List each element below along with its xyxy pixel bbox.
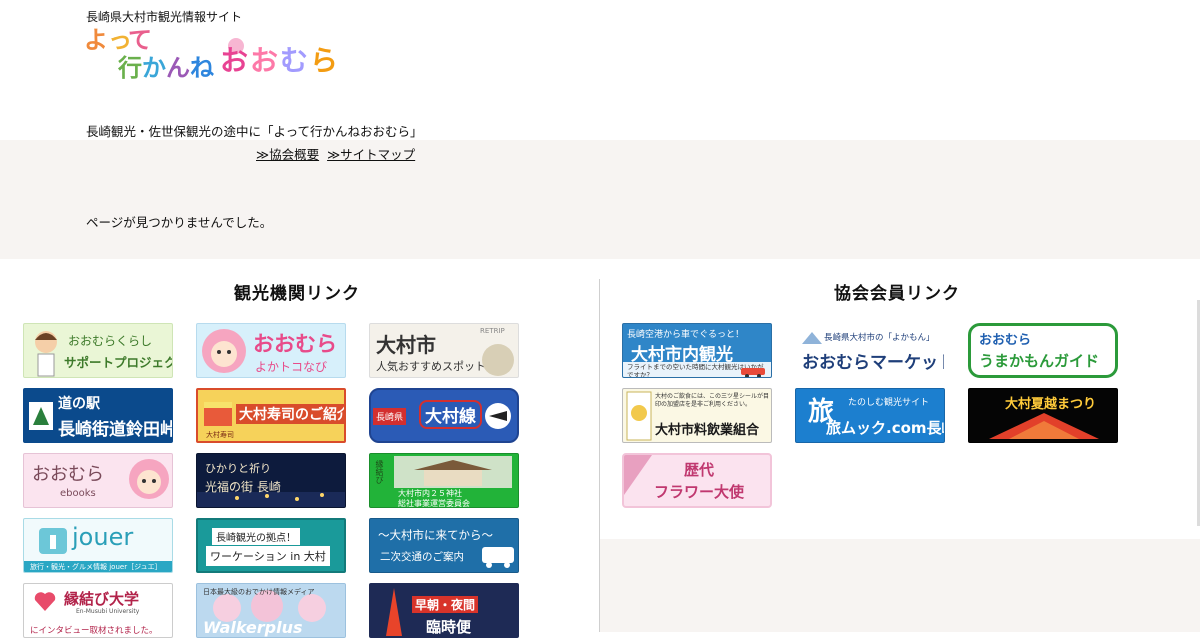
tourism-links-title: 観光機関リンク [234, 284, 360, 304]
star-seal-icon [626, 391, 652, 441]
girl-icon [35, 331, 57, 377]
jouer-logo-icon [39, 528, 67, 554]
member-links-section: 協会会員リンク 長崎空港から車でぐるっと！ 大村市内観光 フライトまでの空いた時… [600, 259, 1200, 539]
banner-michinoeki-suzuta[interactable]: 道の駅 長崎街道鈴田峠 [23, 388, 173, 443]
flower-mascot-icon [202, 329, 246, 373]
heart-icon [34, 592, 56, 611]
banner-tabimook[interactable]: 旅 たのしむ観光サイト 旅ムック.com長崎 [795, 388, 945, 443]
nav-link-about[interactable]: ≫協会概要 [256, 147, 319, 162]
banner-umakamon-guide[interactable]: おおむら うまかもんガイド [968, 323, 1118, 378]
banner-ryoin-kumiai[interactable]: 大村のご飲食には、この三ツ星シールが目印の加盟店を是非ご利用ください。 大村市料… [622, 388, 772, 443]
shrine-image [394, 456, 512, 488]
site-header: 長崎県大村市観光情報サイト よ っ て 行 か ん ね お お む ら 長崎観光… [0, 0, 1200, 140]
svg-text:て: て [128, 26, 152, 54]
bus-icon [482, 547, 514, 568]
svg-text:よ: よ [84, 26, 108, 54]
banner-enmusubi-university[interactable]: 縁結び大学 En-Musubi University にインタビュー取材されまし… [23, 583, 173, 638]
banner-yokatoko-navi[interactable]: おおむら よかトコなび [196, 323, 346, 378]
svg-text:お: お [250, 44, 278, 77]
banner-jouer[interactable]: jouer 旅行・観光・グルメ情報 jouer［ジュエ］ [23, 518, 173, 573]
right-column-footer-fill [600, 539, 1200, 632]
svg-text:ね: ね [190, 54, 214, 82]
banner-omura-ebooks[interactable]: おおむら ebooks [23, 453, 173, 508]
logo-graphic: よ っ て 行 か ん ね お お む ら [84, 26, 338, 82]
mountain-icon [802, 332, 822, 344]
svg-text:ら: ら [310, 44, 338, 77]
car-icon [741, 368, 765, 377]
banner-nagoshi-matsuri[interactable]: 大村夏越まつり [968, 388, 1118, 443]
tower-icon [386, 588, 402, 636]
banner-omura-line[interactable]: 長崎県 大村線 [369, 388, 519, 443]
shell-icon [482, 344, 514, 376]
banner-omura-market[interactable]: 長崎県大村市の「よかもん」 おおむらマーケット [795, 323, 945, 378]
banner-omura-sightseeing[interactable]: 長崎空港から車でぐるっと！ 大村市内観光 フライトまでの空いた時間に大村観光はい… [622, 323, 772, 378]
banner-workation[interactable]: 長崎観光の拠点！ ワーケーション in 大村 [196, 518, 346, 573]
svg-text:む: む [280, 44, 308, 77]
tourism-links-section: 観光機関リンク おおむらくらし サポートプロジェクト おおむら よかトコなび 大… [0, 259, 600, 638]
nav-link-sitemap[interactable]: ≫サイトマップ [327, 147, 415, 162]
banner-hikari-inori[interactable]: ひかりと祈り 光福の街 長崎 [196, 453, 346, 508]
svg-text:か: か [142, 54, 166, 82]
member-links-title: 協会会員リンク [834, 284, 960, 304]
flower-mascot-icon [129, 459, 169, 499]
svg-text:ん: ん [166, 54, 190, 82]
roadside-station-icon [29, 402, 53, 430]
banner-walkerplus[interactable]: 日本最大級のおでかけ情報メディア Walkerplus [196, 583, 346, 638]
svg-text:行: 行 [117, 54, 142, 82]
top-nav: ≫協会概要 ≫サイトマップ [256, 144, 419, 163]
banner-flower-ambassador[interactable]: 歴代 フラワー大使 [622, 453, 772, 508]
banner-omura-sushi[interactable]: 大村寿司のご紹介 大村寿司 [196, 388, 346, 443]
svg-text:お: お [220, 44, 248, 77]
banner-secondary-transport[interactable]: ～大村市に来てから～ 二次交通のご案内 [369, 518, 519, 573]
site-subtitle: 長崎観光・佐世保観光の途中に「よって行かんねおおむら」 [86, 124, 423, 139]
banner-retrip[interactable]: 大村市 RETRIP 人気おすすめスポット [369, 323, 519, 378]
not-found-message: ページが見つかりませんでした。 [86, 215, 273, 230]
banner-25-shrines[interactable]: 縁結び 大村市内２５神社 総社事業運営委員会 [369, 453, 519, 508]
banner-rinji-bin[interactable]: 早朝・夜間 臨時便 [369, 583, 519, 638]
content-band: ≫協会概要 ≫サイトマップ ページが見つかりませんでした。 [0, 140, 1200, 259]
site-logo[interactable]: よ っ て 行 か ん ね お お む ら [84, 24, 338, 86]
site-tagline: 長崎県大村市観光情報サイト [86, 10, 243, 24]
banner-kurashi-support[interactable]: おおむらくらし サポートプロジェクト [23, 323, 173, 378]
train-icon [485, 403, 511, 429]
